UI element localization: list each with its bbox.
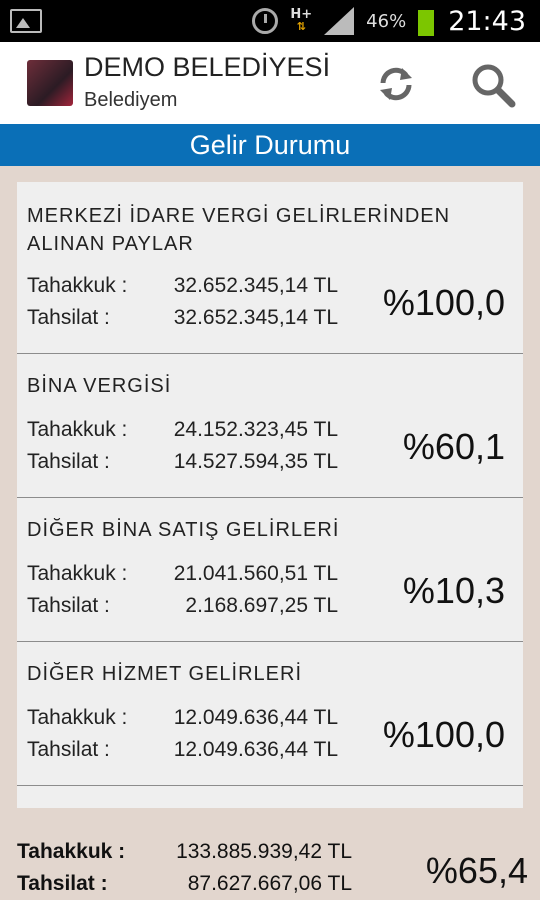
- tahsilat-label: Tahsilat :: [27, 738, 110, 761]
- collection-percent: %60,1: [402, 426, 505, 467]
- tahakkuk-label: Tahakkuk :: [27, 418, 128, 441]
- tahsilat-label: Tahsilat :: [27, 594, 110, 617]
- item-name: DİĞER BİNA SATIŞ GELİRLERİ: [27, 519, 340, 541]
- hplus-data-icon: H+ ⇅: [290, 7, 313, 33]
- tahakkuk-value: 12.049.636,44 TL: [173, 706, 338, 729]
- list-item[interactable]: MERKEZİ İDARE VERGİ GELİRLERİNDEN ALINAN…: [17, 182, 523, 354]
- tahakkuk-value: 24.152.323,45 TL: [173, 418, 338, 441]
- totals-summary: Tahakkuk : 133.885.939,42 TL Tahsilat : …: [0, 830, 540, 900]
- tahsilat-label: Tahsilat :: [27, 306, 110, 329]
- app-bar: DEMO BELEDİYESİ Belediyem: [0, 42, 540, 124]
- list-item[interactable]: DİĞER BİNA SATIŞ GELİRLERİ Tahakkuk : 21…: [17, 498, 523, 642]
- total-tahakkuk-label: Tahakkuk :: [17, 840, 126, 863]
- total-tahsilat-label: Tahsilat :: [17, 872, 108, 895]
- tahsilat-value: 32.652.345,14 TL: [173, 306, 338, 329]
- list-item[interactable]: DİĞER HİZMET GELİRLERİ Tahakkuk : 12.049…: [17, 642, 523, 786]
- alarm-icon: [252, 8, 279, 34]
- total-tahakkuk-value: 133.885.939,42 TL: [176, 840, 352, 863]
- battery-percent: 46%: [366, 10, 407, 32]
- item-name: MERKEZİ İDARE VERGİ GELİRLERİNDEN ALINAN…: [27, 205, 451, 255]
- search-icon[interactable]: [470, 62, 516, 108]
- app-logo-icon[interactable]: [27, 60, 73, 106]
- status-bar: H+ ⇅ 46% 21:43: [0, 0, 540, 42]
- income-list[interactable]: MERKEZİ İDARE VERGİ GELİRLERİNDEN ALINAN…: [17, 182, 523, 808]
- tahsilat-label: Tahsilat :: [27, 450, 110, 473]
- collection-percent: %100,0: [382, 282, 505, 323]
- total-percent: %65,4: [425, 850, 528, 891]
- tahakkuk-label: Tahakkuk :: [27, 706, 128, 729]
- tahakkuk-label: Tahakkuk :: [27, 274, 128, 297]
- tahakkuk-value: 32.652.345,14 TL: [173, 274, 338, 297]
- section-title: Gelir Durumu: [0, 124, 540, 166]
- list-item[interactable]: BİNA VERGİSİ Tahakkuk : 24.152.323,45 TL…: [17, 354, 523, 498]
- signal-icon: [324, 7, 355, 35]
- tahsilat-value: 12.049.636,44 TL: [173, 738, 338, 761]
- refresh-icon[interactable]: [376, 64, 416, 104]
- gallery-icon: [10, 9, 42, 33]
- collection-percent: %10,3: [402, 570, 505, 611]
- total-tahsilat-value: 87.627.667,06 TL: [187, 872, 352, 895]
- item-name: BİNA VERGİSİ: [27, 375, 172, 397]
- clock: 21:43: [448, 5, 526, 37]
- app-title: DEMO BELEDİYESİ: [84, 52, 331, 82]
- tahakkuk-value: 21.041.560,51 TL: [173, 562, 338, 585]
- battery-icon: [418, 6, 435, 36]
- app-subtitle: Belediyem: [84, 89, 178, 111]
- tahsilat-value: 14.527.594,35 TL: [173, 450, 338, 473]
- collection-percent: %100,0: [382, 714, 505, 755]
- tahsilat-value: 2.168.697,25 TL: [185, 594, 338, 617]
- tahakkuk-label: Tahakkuk :: [27, 562, 128, 585]
- item-name: DİĞER HİZMET GELİRLERİ: [27, 663, 303, 685]
